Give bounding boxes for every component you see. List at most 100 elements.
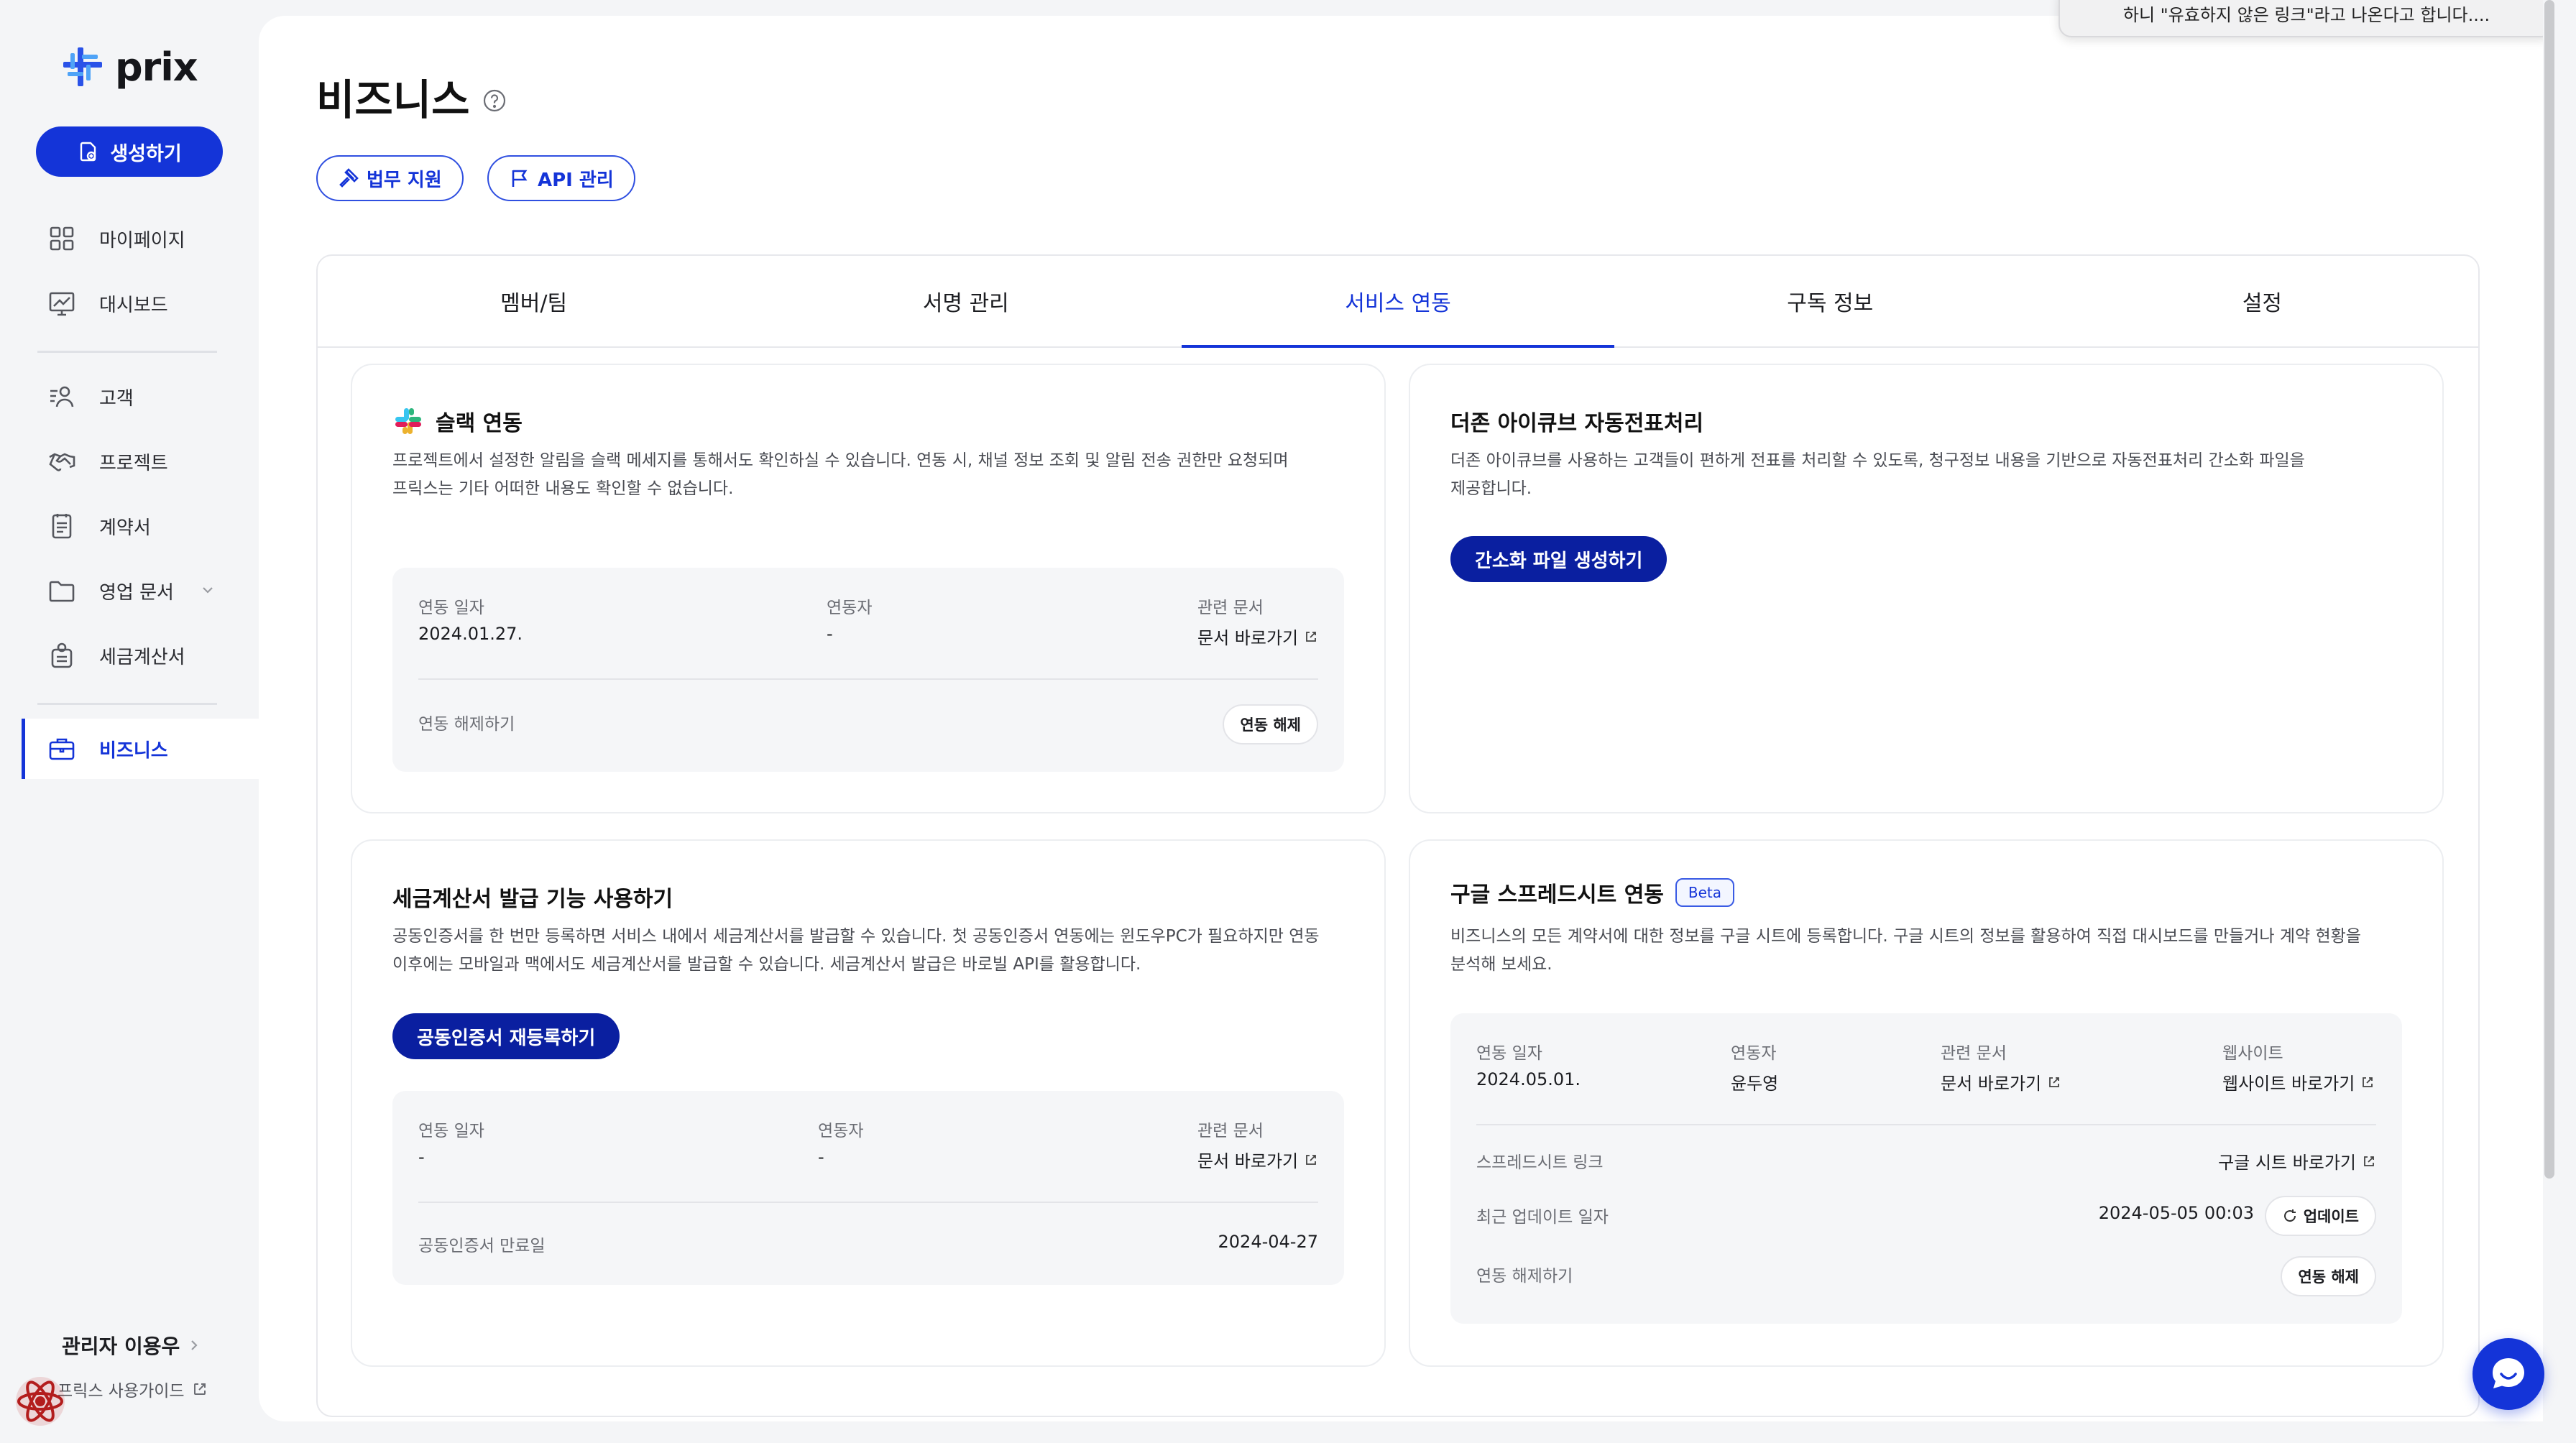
external-link-icon [1306,631,1317,642]
tab-subscription[interactable]: 구독 정보 [1614,256,2046,346]
info-divider [418,1202,1318,1203]
unlink-label: 연동 해제하기 [418,715,515,734]
slack-integration-card: 슬랙 연동 프로젝트에서 설정한 알림을 슬랙 메세지를 통해서도 확인하실 수… [351,364,1386,813]
desc-line: 더존 아이큐브를 사용하는 고객들이 편하게 전표를 처리할 수 있도록, 청구… [1450,451,2305,470]
tab-signatures[interactable]: 서명 관리 [750,256,1182,346]
gsheet-title: 구글 스프레드시트 연동 [1450,882,1664,908]
date-value: 2024.05.01. [1476,1069,1581,1089]
date-value: 2024.01.27. [418,624,523,644]
website-link[interactable]: 웹사이트 바로가기 [2222,1069,2375,1094]
update-button[interactable]: 업데이트 [2264,1196,2376,1236]
notification-toast[interactable]: 하니 "유효하지 않은 링크"라고 나온다고 합니다.... [2058,0,2554,37]
info-divider [418,678,1318,680]
douzone-description: 더존 아이큐브를 사용하는 고객들이 편하게 전표를 처리할 수 있도록, 청구… [1450,447,2305,503]
expiry-label: 공동인증서 만료일 [418,1237,546,1255]
admin-user-name: 관리자 이용우 [62,1334,180,1358]
sheet-link[interactable]: 구글 시트 바로가기 [2218,1148,2376,1174]
slack-icon [395,408,421,434]
refresh-icon [2283,1209,2296,1222]
sidebar-divider [37,703,217,705]
document-icon [46,510,78,542]
sheet-link-label: 스프레드시트 링크 [1476,1153,1604,1172]
api-management-button[interactable]: API 관리 [487,155,635,201]
react-devtools-icon[interactable] [14,1375,66,1427]
sheet-link-text: 구글 시트 바로가기 [2218,1153,2356,1173]
new-document-icon [80,142,96,162]
sidebar-item-mypage[interactable]: 마이페이지 [22,208,259,269]
sidebar-item-dashboard[interactable]: 대시보드 [22,273,259,333]
desc-line: 프릭스는 기타 어떠한 내용도 확인할 수 없습니다. [392,479,734,498]
create-button-label: 생성하기 [110,142,182,165]
sidebar-item-projects[interactable]: 프로젝트 [22,431,259,492]
user-guide-link[interactable]: 프릭스 사용가이드 [58,1377,208,1401]
logo-text: prix [115,44,198,90]
gavel-icon [339,168,359,188]
generate-file-button[interactable]: 간소화 파일 생성하기 [1450,536,1668,582]
api-management-label: API 관리 [538,169,614,191]
sidebar-item-contracts[interactable]: 계약서 [22,496,259,556]
slack-title: 슬랙 연동 [436,411,523,436]
gsheet-info-box: 연동 일자 2024.05.01. 연동자 윤두영 관련 문서 문서 바로가기 … [1450,1013,2402,1324]
folder-icon [46,575,78,607]
chart-icon [46,287,78,319]
sidebar-item-sales-docs[interactable]: 영업 문서 [22,561,259,621]
admin-user-link[interactable]: 관리자 이용우 [62,1331,201,1360]
doc-link[interactable]: 문서 바로가기 [1941,1069,2061,1094]
sidebar-item-label: 마이페이지 [99,229,185,252]
receipt-icon [46,640,78,671]
website-link-label: 웹사이트 바로가기 [2222,1074,2355,1094]
card-title: 구글 스프레드시트 연동 Beta [1450,877,1735,908]
chat-button[interactable] [2472,1338,2544,1410]
info-divider [1476,1124,2376,1125]
page-title-text: 비즈니스 [316,75,470,124]
slack-unlink-button[interactable]: 연동 해제 [1223,704,1318,744]
tax-invoice-card: 세금계산서 발급 기능 사용하기 공동인증서를 한 번만 등록하면 서비스 내에… [351,839,1386,1367]
external-link-icon [2363,1077,2373,1087]
scrollbar-thumb[interactable] [2544,0,2554,1179]
doc-link-label: 문서 바로가기 [1941,1074,2042,1094]
tab-members[interactable]: 멤버/팀 [318,256,750,346]
chevron-down-icon[interactable] [200,582,216,598]
update-button-label: 업데이트 [2303,1208,2359,1225]
updated-label: 최근 업데이트 일자 [1476,1208,1609,1227]
logo[interactable]: prix [62,44,198,90]
customers-icon [46,381,78,412]
flag-icon [512,170,528,187]
reregister-certificate-button[interactable]: 공동인증서 재등록하기 [392,1013,620,1059]
expiry-value: 2024-04-27 [1218,1232,1318,1252]
tax-description: 공동인증서를 한 번만 등록하면 서비스 내에서 세금계산서를 발급할 수 있습… [392,923,1320,979]
handshake-icon [46,446,78,477]
sidebar-item-business[interactable]: 비즈니스 [22,719,259,779]
tax-info-box: 연동 일자 - 연동자 - 관련 문서 문서 바로가기 공동인증서 만료일 20… [392,1091,1344,1285]
legal-support-button[interactable]: 법무 지원 [316,155,464,201]
tab-integrations[interactable]: 서비스 연동 [1182,256,1614,348]
tab-settings[interactable]: 설정 [2046,256,2478,346]
unlink-label: 연동 해제하기 [1476,1267,1573,1286]
help-icon[interactable] [482,88,507,113]
user-value: - [818,1147,824,1167]
sidebar-item-customers[interactable]: 고객 [22,366,259,427]
desc-line: 분석해 보세요. [1450,955,1552,974]
desc-line: 이후에는 모바일과 맥에서도 세금계산서를 발급할 수 있습니다. 세금계산서 … [392,955,1141,974]
date-value: - [418,1147,425,1167]
desc-line: 프로젝트에서 설정한 알림을 슬랙 메세지를 통해서도 확인하실 수 있습니다.… [392,451,1289,470]
create-button[interactable]: 생성하기 [36,126,223,177]
doc-label: 관련 문서 [1197,1122,1264,1140]
user-guide-label: 프릭스 사용가이드 [58,1382,185,1401]
date-label: 연동 일자 [1476,1044,1542,1063]
user-value: - [827,624,833,644]
doc-label: 관련 문서 [1197,599,1264,617]
sidebar-item-tax-invoices[interactable]: 세금계산서 [22,625,259,686]
prix-logo-icon [63,47,102,86]
external-link-icon [2364,1156,2374,1166]
user-label: 연동자 [827,599,873,617]
doc-link[interactable]: 문서 바로가기 [1197,624,1318,649]
gsheet-unlink-button[interactable]: 연동 해제 [2281,1256,2376,1296]
sidebar-item-label: 세금계산서 [99,646,185,668]
chat-bubble-icon [2493,1358,2524,1388]
doc-link[interactable]: 문서 바로가기 [1197,1147,1318,1172]
slack-description: 프로젝트에서 설정한 알림을 슬랙 메세지를 통해서도 확인하실 수 있습니다.… [392,447,1289,503]
douzone-title: 더존 아이큐브 자동전표처리 [1450,411,1704,436]
legal-support-label: 법무 지원 [367,169,442,191]
website-label: 웹사이트 [2222,1044,2283,1063]
